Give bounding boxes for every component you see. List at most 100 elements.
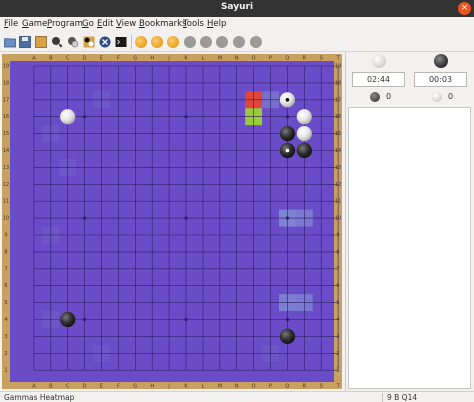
col-label-bottom: J — [167, 384, 169, 390]
disabled-icon-2 — [200, 36, 212, 48]
row-label-left: 14 — [3, 148, 9, 154]
col-label-bottom: N — [235, 384, 239, 390]
row-label-right: 8 — [336, 249, 339, 255]
play-orange-icon-3[interactable] — [167, 36, 179, 48]
row-label-right: 17 — [335, 97, 341, 103]
col-label-bottom: C — [66, 384, 70, 390]
row-label-left: 13 — [3, 165, 9, 171]
star-point — [184, 115, 188, 119]
go-board[interactable]: AABBCCDDEEFFGGHHJJKKLLMMNNOOPPQQRRSSTT19… — [0, 52, 344, 391]
col-label-top: B — [49, 56, 53, 62]
col-label-top: L — [202, 56, 205, 62]
row-label-left: 11 — [3, 199, 9, 205]
comment-box[interactable] — [348, 107, 471, 389]
row-label-left: 16 — [3, 114, 9, 120]
row-label-right: 13 — [335, 165, 341, 171]
col-label-bottom: M — [218, 384, 222, 390]
white-captures: 0 — [432, 91, 453, 105]
row-label-right: 2 — [336, 351, 339, 357]
disabled-icon-5 — [250, 36, 262, 48]
disabled-icon-3 — [216, 36, 228, 48]
black-stone — [279, 126, 295, 142]
col-label-bottom: Q — [285, 384, 289, 390]
open-icon[interactable] — [4, 36, 16, 48]
stones-icon[interactable] — [83, 36, 95, 48]
col-label-bottom: H — [150, 384, 154, 390]
setup-icon[interactable] — [67, 36, 79, 48]
row-label-right: 7 — [336, 266, 339, 272]
save-icon[interactable] — [19, 36, 31, 48]
menu-tools[interactable]: Tools — [183, 19, 204, 29]
menu-bar: File Game Program Go Edit View Bookmarks… — [0, 17, 474, 32]
row-label-right: 14 — [335, 148, 341, 154]
disabled-icon-4 — [233, 36, 245, 48]
row-label-right: 11 — [335, 199, 341, 205]
side-panel: 02:44 00:03 0 0 — [345, 52, 474, 391]
stop-icon[interactable] — [99, 36, 111, 48]
row-label-right: 19 — [335, 64, 341, 70]
col-label-top: R — [303, 56, 307, 62]
row-label-left: 2 — [4, 351, 7, 357]
star-point — [285, 115, 289, 119]
col-label-bottom: L — [202, 384, 205, 390]
white-stone — [296, 109, 312, 125]
menu-game[interactable]: Game — [22, 19, 47, 29]
disabled-icon-1 — [184, 36, 196, 48]
white-clock: 02:44 — [352, 72, 405, 87]
close-button[interactable]: × — [458, 2, 471, 15]
row-label-left: 10 — [3, 216, 9, 222]
row-label-right: 9 — [336, 233, 339, 239]
black-stone — [296, 142, 312, 159]
row-label-left: 8 — [4, 249, 7, 255]
col-label-bottom: A — [32, 384, 36, 390]
white-player-icon — [372, 54, 386, 68]
col-label-bottom: G — [133, 384, 137, 390]
terminal-icon[interactable] — [115, 36, 127, 48]
col-label-top: C — [66, 56, 70, 62]
col-label-top: A — [32, 56, 36, 62]
col-label-bottom: F — [117, 384, 120, 390]
board-icon[interactable] — [35, 36, 47, 48]
menu-go[interactable]: Go — [82, 19, 94, 29]
status-move: 9 B Q14 — [387, 393, 418, 402]
white-stone — [296, 126, 312, 142]
menu-help[interactable]: Help — [207, 19, 226, 29]
toolbar — [0, 32, 474, 52]
play-orange-icon-2[interactable] — [151, 36, 163, 48]
play-orange-icon[interactable] — [135, 36, 147, 48]
row-label-right: 10 — [335, 216, 341, 222]
row-label-right: 5 — [336, 300, 339, 306]
black-stone — [60, 311, 76, 328]
row-label-right: 6 — [336, 283, 339, 289]
col-label-top: D — [83, 56, 87, 62]
last-move-marker — [285, 148, 290, 153]
black-stone — [279, 328, 295, 344]
col-label-top: M — [218, 56, 222, 62]
menu-edit[interactable]: Edit — [97, 19, 113, 29]
col-label-bottom: E — [100, 384, 103, 390]
row-label-left: 9 — [4, 233, 7, 239]
row-label-left: 5 — [4, 300, 7, 306]
star-point — [285, 216, 289, 220]
menu-view[interactable]: View — [116, 19, 136, 29]
white-captures-count: 0 — [448, 92, 454, 101]
row-label-left: 15 — [3, 131, 9, 137]
analyze-icon[interactable] — [51, 36, 63, 48]
menu-file[interactable]: File — [4, 19, 18, 29]
menu-bookmarks[interactable]: Bookmarks — [139, 19, 187, 29]
row-label-left: 18 — [3, 80, 9, 86]
row-label-left: 6 — [4, 283, 7, 289]
col-label-bottom: B — [49, 384, 53, 390]
col-label-top: F — [117, 56, 120, 62]
black-captures-count: 0 — [386, 92, 392, 101]
board-area: A A B B C C D D E E F F G G H H J J K K L L M M N N O O P P Q Q R R S S T T 19… — [0, 52, 344, 391]
row-label-left: 12 — [3, 182, 9, 188]
star-point — [285, 317, 289, 322]
title-bar: Sayuri × — [0, 0, 474, 17]
menu-program[interactable]: Program — [47, 19, 83, 29]
black-player-icon — [434, 54, 448, 68]
col-label-top: N — [235, 56, 239, 62]
col-label-top: H — [150, 56, 154, 62]
col-label-bottom: O — [252, 384, 256, 390]
col-label-bottom: D — [83, 384, 87, 390]
